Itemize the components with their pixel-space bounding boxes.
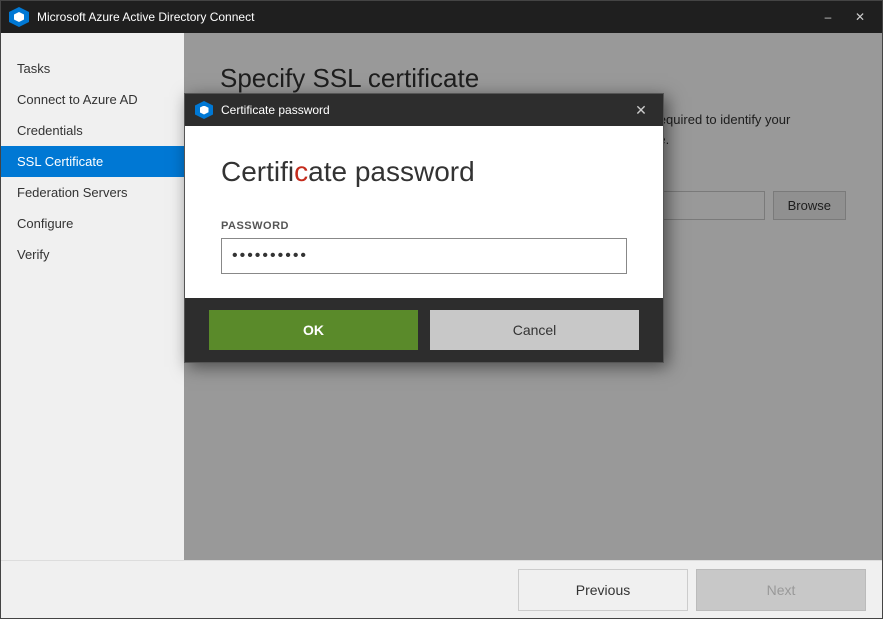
minimize-button[interactable]: – [814, 7, 842, 27]
sidebar-item-ssl-certificate[interactable]: SSL Certificate [1, 146, 184, 177]
modal-app-icon [195, 101, 213, 119]
modal-footer: OK Cancel [185, 298, 663, 362]
app-window: Microsoft Azure Active Directory Connect… [0, 0, 883, 619]
password-label: PASSWORD [221, 220, 627, 232]
title-bar: Microsoft Azure Active Directory Connect… [1, 1, 882, 33]
app-icon [9, 7, 29, 27]
close-button[interactable]: ✕ [846, 7, 874, 27]
modal-heading: Certificate password [221, 156, 627, 188]
sidebar-item-federation-servers[interactable]: Federation Servers [1, 177, 184, 208]
next-button: Next [696, 569, 866, 611]
modal-title: Certificate password [221, 103, 629, 117]
content-area: Specify SSL certificate In order to inst… [184, 33, 882, 560]
sidebar-item-tasks[interactable]: Tasks [1, 53, 184, 84]
sidebar-item-verify[interactable]: Verify [1, 239, 184, 270]
modal-title-bar: Certificate password ✕ [185, 94, 663, 126]
sidebar-item-credentials[interactable]: Credentials [1, 115, 184, 146]
window-title: Microsoft Azure Active Directory Connect [37, 10, 814, 24]
sidebar-item-connect-azure-ad[interactable]: Connect to Azure AD [1, 84, 184, 115]
main-content: Tasks Connect to Azure AD Credentials SS… [1, 33, 882, 560]
previous-button[interactable]: Previous [518, 569, 688, 611]
modal-close-button[interactable]: ✕ [629, 98, 653, 122]
ok-button[interactable]: OK [209, 310, 418, 350]
bottom-bar: Previous Next [1, 560, 882, 618]
password-input[interactable] [221, 238, 627, 274]
window-controls: – ✕ [814, 7, 874, 27]
modal-body: Certificate password PASSWORD [185, 126, 663, 298]
sidebar: Tasks Connect to Azure AD Credentials SS… [1, 33, 184, 560]
sidebar-item-configure[interactable]: Configure [1, 208, 184, 239]
cancel-button[interactable]: Cancel [430, 310, 639, 350]
modal-overlay: Certificate password ✕ Certificate passw… [184, 33, 882, 560]
cert-password-modal: Certificate password ✕ Certificate passw… [184, 93, 664, 363]
